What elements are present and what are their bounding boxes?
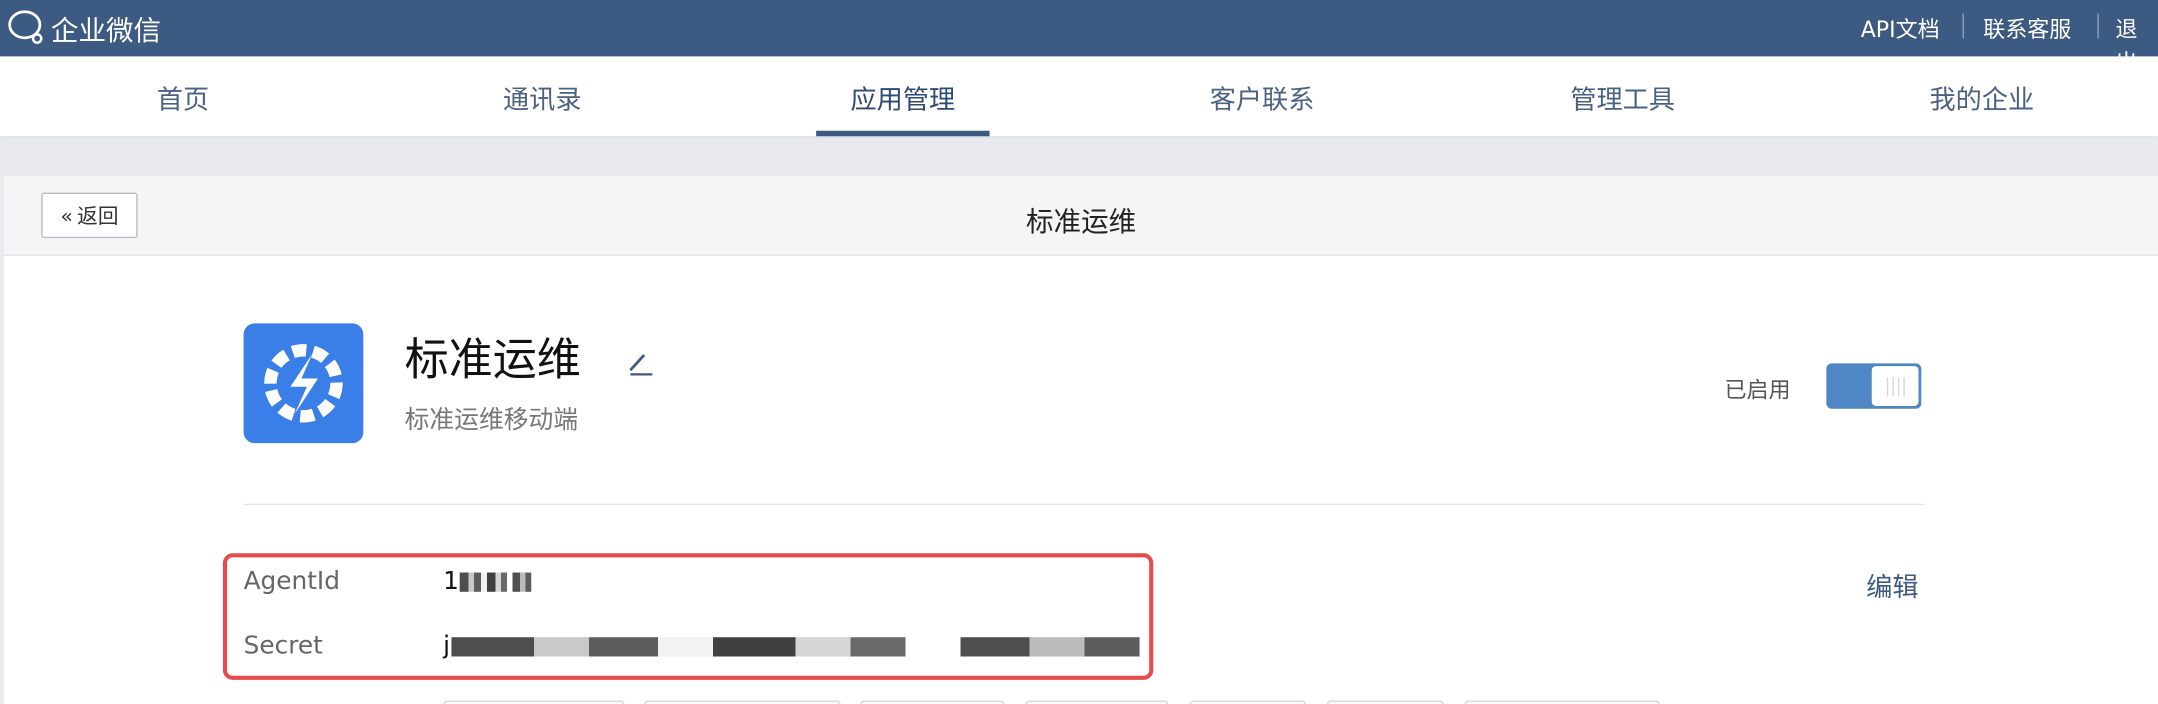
- app-icon: [243, 323, 364, 444]
- wework-logo-icon: [8, 10, 43, 44]
- action-button[interactable]: [443, 700, 625, 704]
- app-name: 标准运维: [404, 333, 581, 386]
- gear-lightning-icon: [264, 344, 343, 423]
- secret-visible: j: [443, 631, 451, 661]
- page: 企业微信 API文档 联系客服 退出 首页 通讯录 应用管理 客户联系 管理工具…: [0, 0, 2158, 704]
- main-nav: 首页 通讯录 应用管理 客户联系 管理工具 我的企业: [0, 56, 2158, 137]
- edit-name-pencil-icon[interactable]: [626, 350, 654, 383]
- page-title: 标准运维: [1026, 205, 1137, 239]
- logo[interactable]: 企业微信: [7, 7, 161, 48]
- nav-customer-contact[interactable]: 客户联系: [1210, 80, 1315, 117]
- separator: [2097, 13, 2099, 39]
- action-button[interactable]: [1025, 700, 1169, 704]
- app-description: 标准运维移动端: [404, 406, 579, 435]
- status-label: 已启用: [1724, 377, 1791, 404]
- agentid-label: AgentId: [243, 567, 340, 596]
- nav-my-enterprise[interactable]: 我的企业: [1930, 80, 2035, 117]
- separator: [1962, 13, 1964, 39]
- app-detail-panel: « 返回 标准运维 标准运维 标准运维移动端 已启用 AgentId 1 Sec…: [4, 176, 2158, 704]
- top-bar: 企业微信 API文档 联系客服 退出: [0, 0, 2158, 76]
- contact-support-link[interactable]: 联系客服: [1983, 11, 2071, 44]
- toggle-knob: [1871, 366, 1919, 407]
- nav-home[interactable]: 首页: [157, 80, 209, 117]
- action-button[interactable]: [1326, 700, 1444, 704]
- action-button[interactable]: [1189, 700, 1307, 704]
- agentid-visible: 1: [443, 567, 459, 596]
- active-tab-indicator: [816, 130, 990, 137]
- edit-button[interactable]: 编辑: [1866, 567, 1918, 604]
- redacted-mask: [451, 636, 1140, 656]
- secret-label: Secret: [243, 631, 323, 661]
- divider: [243, 503, 1925, 506]
- secret-value: j: [443, 631, 1140, 661]
- logo-text: 企业微信: [50, 13, 162, 47]
- nav-contacts[interactable]: 通讯录: [503, 80, 581, 117]
- panel-header: « 返回 标准运维: [4, 176, 2158, 256]
- enable-toggle[interactable]: [1826, 363, 1922, 409]
- redacted-mask: [460, 571, 532, 592]
- nav-app-management[interactable]: 应用管理: [851, 80, 956, 117]
- credentials-highlight: [222, 553, 1154, 680]
- api-docs-link[interactable]: API文档: [1861, 11, 1940, 44]
- action-button[interactable]: [1464, 700, 1660, 704]
- action-button[interactable]: [644, 700, 841, 704]
- nav-management-tools[interactable]: 管理工具: [1570, 80, 1675, 117]
- action-button[interactable]: [860, 700, 1005, 704]
- agentid-value: 1: [443, 567, 532, 596]
